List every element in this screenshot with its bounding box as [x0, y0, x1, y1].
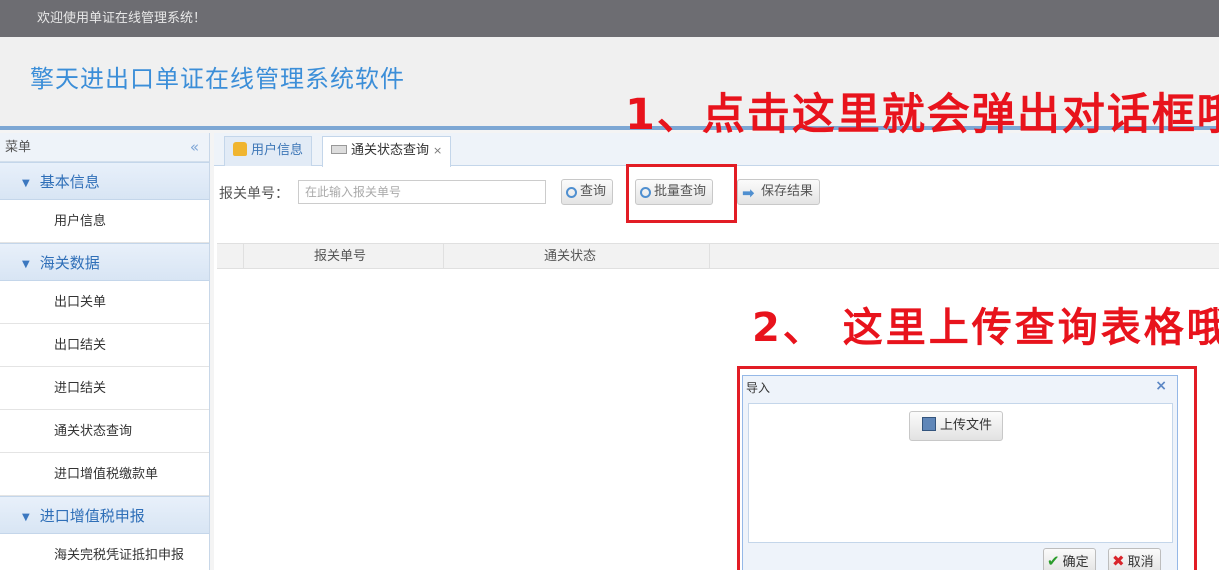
tab-label: 用户信息 [251, 143, 304, 158]
keyboard-icon [331, 145, 347, 154]
sidebar-item-export-declaration[interactable]: 出口关单 [0, 281, 209, 324]
query-button[interactable]: 查询 [561, 179, 614, 205]
sidebar-group-label: 进口增值税申报 [39, 507, 145, 525]
sidebar-item-user-info[interactable]: 用户信息 [0, 200, 209, 243]
sidebar-group-customs-data[interactable]: ▼ 海关数据 [0, 243, 209, 281]
sidebar-item-import-vat-payment[interactable]: 进口增值税缴款单 [0, 453, 209, 496]
save-results-button-label: 保存结果 [761, 184, 814, 199]
triangle-down-icon: ▼ [22, 512, 30, 523]
query-button-label: 查询 [580, 184, 607, 199]
highlight-box-batch-query [626, 164, 737, 223]
search-icon [566, 187, 577, 198]
tab-clearance-status[interactable]: 通关状态查询 × [322, 136, 452, 167]
sidebar-group-basic-info[interactable]: ▼ 基本信息 [0, 162, 209, 200]
sidebar-title: 菜单 [5, 140, 32, 155]
sidebar: 菜单 « ▼ 基本信息 用户信息 ▼ 海关数据 出口关单 出口结关 进口结关 通关状… [0, 133, 210, 570]
column-header-clearance-status[interactable]: 通关状态 [544, 244, 596, 269]
sidebar-item-export-clearance[interactable]: 出口结关 [0, 324, 209, 367]
annotation-step-1: 1、点击这里就会弹出对话框哦˝ [625, 90, 1219, 140]
column-separator [243, 244, 244, 269]
column-header-declaration-number[interactable]: 报关单号 [314, 244, 366, 269]
annotation-step-2: 2、 这里上传查询表格哦 [752, 305, 1219, 351]
declaration-number-label: 报关单号： [219, 186, 289, 202]
tab-user-info[interactable]: 用户信息 [224, 136, 313, 166]
sidebar-item-import-clearance[interactable]: 进口结关 [0, 367, 209, 410]
app-title: 擎天进出口单证在线管理系统软件 [30, 65, 405, 93]
close-icon[interactable]: × [433, 144, 442, 157]
sidebar-group-label: 海关数据 [39, 254, 100, 272]
collapse-icon[interactable]: « [190, 133, 199, 162]
sidebar-header: 菜单 « [0, 133, 209, 162]
grid-header: 报关单号 通关状态 [217, 243, 1219, 269]
triangle-down-icon: ▼ [22, 259, 30, 270]
sidebar-group-import-vat[interactable]: ▼ 进口增值税申报 [0, 496, 209, 534]
column-separator [443, 244, 444, 269]
highlight-box-upload-dialog [737, 366, 1197, 570]
sidebar-item-tax-deduction[interactable]: 海关完税凭证抵扣申报 [0, 534, 209, 570]
declaration-number-input[interactable] [298, 180, 546, 204]
lock-icon [233, 142, 247, 156]
welcome-text: 欢迎使用单证在线管理系统！ [37, 11, 207, 26]
arrow-right-icon: ➡ [742, 184, 755, 202]
top-bar: 欢迎使用单证在线管理系统！ [0, 0, 1219, 37]
tab-label: 通关状态查询 [351, 143, 430, 158]
save-results-button[interactable]: ➡ 保存结果 [737, 179, 821, 205]
triangle-down-icon: ▼ [22, 178, 30, 189]
sidebar-item-clearance-status[interactable]: 通关状态查询 [0, 410, 209, 453]
column-separator [709, 244, 710, 269]
sidebar-group-label: 基本信息 [39, 173, 100, 191]
